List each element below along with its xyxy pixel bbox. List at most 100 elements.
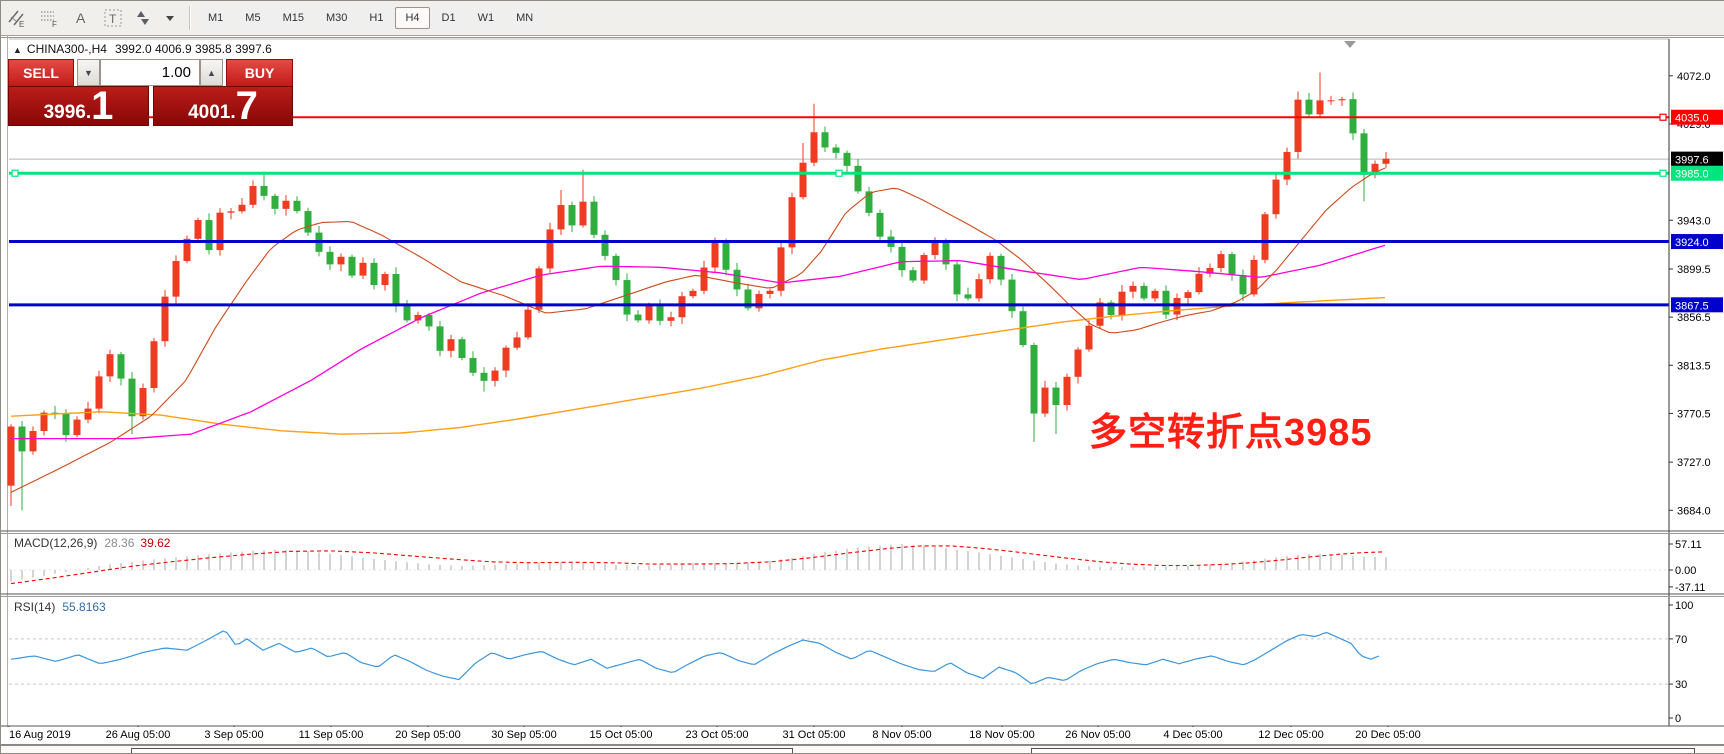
candle-down (635, 315, 642, 321)
symbol-label: CHINA300-,H4 (27, 42, 107, 56)
volume-decrease-button[interactable]: ▼ (77, 59, 100, 86)
candle-up (1064, 377, 1071, 405)
candle-down (261, 186, 268, 196)
candle-up (1086, 326, 1093, 350)
line-selection-handle[interactable] (12, 170, 18, 176)
macd-label: MACD(12,26,9)28.3639.62 (14, 536, 170, 550)
candle-up (360, 263, 367, 276)
candle-down (437, 326, 444, 350)
candle-down (305, 211, 312, 233)
bottom-tab-strip (1, 745, 1724, 754)
chart-shift-marker-icon (1344, 41, 1356, 48)
bid-price-button[interactable]: 3996.1 (8, 86, 149, 126)
candle-up (580, 202, 587, 226)
candle-down (734, 270, 741, 290)
bottom-tab[interactable] (1031, 748, 1695, 754)
rsi-scale-label: 0 (1675, 713, 1681, 725)
ask-price-button[interactable]: 4001.7 (153, 86, 293, 126)
candle-down (206, 220, 213, 250)
line-selection-handle[interactable] (1660, 114, 1666, 120)
candle-up (239, 205, 246, 211)
candle-down (844, 153, 851, 166)
volume-input[interactable] (100, 59, 200, 86)
candle-up (173, 261, 180, 297)
candle-up (987, 256, 994, 279)
candle-down (877, 213, 884, 237)
candle-down (1009, 280, 1016, 312)
rsi-value: 55.8163 (62, 600, 105, 614)
trading-platform-window: E F A T (0, 0, 1724, 754)
macd-scale-label: 0.00 (1675, 565, 1696, 577)
candle-down (393, 274, 400, 306)
buy-button[interactable]: BUY (226, 59, 293, 86)
candle-up (789, 197, 796, 247)
time-axis[interactable]: 16 Aug 201926 Aug 05:003 Sep 05:0011 Sep… (1, 727, 1724, 744)
date-tick-label: 16 Aug 2019 (9, 729, 71, 741)
candle-up (195, 220, 202, 239)
volume-increase-button[interactable]: ▲ (200, 59, 223, 86)
macd-signal-line (11, 546, 1383, 584)
bottom-tab[interactable] (131, 748, 793, 754)
candle-up (217, 213, 224, 250)
bid-main-digits: 3996 (44, 103, 86, 122)
candle-up (8, 427, 15, 486)
chart-title: ▲CHINA300-,H43992.0 4006.9 3985.8 3997.6 (13, 42, 272, 56)
price-tick-label: 3684.0 (1677, 505, 1711, 517)
one-click-trade-panel: SELL ▼ ▲ BUY 3996.1 4001.7 (8, 59, 293, 126)
date-tick-label: 26 Aug 05:00 (106, 729, 171, 741)
candle-up (811, 132, 818, 162)
candle-down (1306, 100, 1313, 115)
candle-down (459, 339, 466, 358)
line-selection-handle[interactable] (1660, 170, 1666, 176)
rsi-scale-label: 70 (1675, 634, 1687, 646)
candle-down (1361, 133, 1368, 174)
date-tick-label: 8 Nov 05:00 (872, 729, 931, 741)
candle-down (624, 280, 631, 314)
ask-main-digits: 4001 (188, 103, 230, 122)
date-tick-label: 30 Sep 05:00 (491, 729, 556, 741)
candle-up (228, 211, 235, 212)
candle-up (1295, 100, 1302, 152)
candle-up (96, 376, 103, 408)
line-selection-handle[interactable] (836, 170, 842, 176)
sell-button[interactable]: SELL (8, 59, 74, 86)
collapse-arrow-icon[interactable]: ▲ (13, 45, 22, 55)
candle-down (404, 306, 411, 321)
candle-down (591, 202, 598, 235)
rsi-label: RSI(14)55.8163 (14, 600, 106, 614)
candle-up (382, 274, 389, 285)
candle-up (107, 354, 114, 376)
candle-up (921, 255, 928, 281)
candle-up (932, 243, 939, 255)
candle-up (646, 306, 653, 320)
candle-up (1218, 254, 1225, 268)
candle-up (1273, 180, 1280, 215)
price-label-box-text: 3924.0 (1675, 237, 1709, 249)
candle-down (855, 166, 862, 192)
price-tick-label: 3727.0 (1677, 457, 1711, 469)
candle-up (338, 257, 345, 265)
candle-up (250, 186, 257, 205)
price-label-box-text: 3867.5 (1675, 300, 1709, 312)
rsi-scale-label: 30 (1675, 679, 1687, 691)
candle-down (63, 414, 70, 436)
candle-down (327, 252, 334, 265)
candle-up (1130, 286, 1137, 292)
candle-up (503, 348, 510, 371)
candle-up (767, 291, 774, 294)
candle-down (833, 147, 840, 152)
candle-down (1031, 345, 1038, 414)
candle-down (470, 358, 477, 373)
candle-up (558, 205, 565, 229)
candle-up (1317, 100, 1324, 114)
candle-up (492, 371, 499, 381)
price-tick-label: 4072.0 (1677, 71, 1711, 83)
candle-up (1185, 292, 1192, 298)
candle-up (1196, 274, 1203, 292)
candle-up (1284, 152, 1291, 180)
price-label-box-text: 3997.6 (1675, 155, 1709, 167)
candle-up (448, 339, 455, 351)
price-label-box-text: 3985.0 (1675, 169, 1709, 181)
candle-down (272, 196, 279, 209)
chart-text-annotation[interactable]: 多空转折点3985 (1089, 401, 1373, 456)
